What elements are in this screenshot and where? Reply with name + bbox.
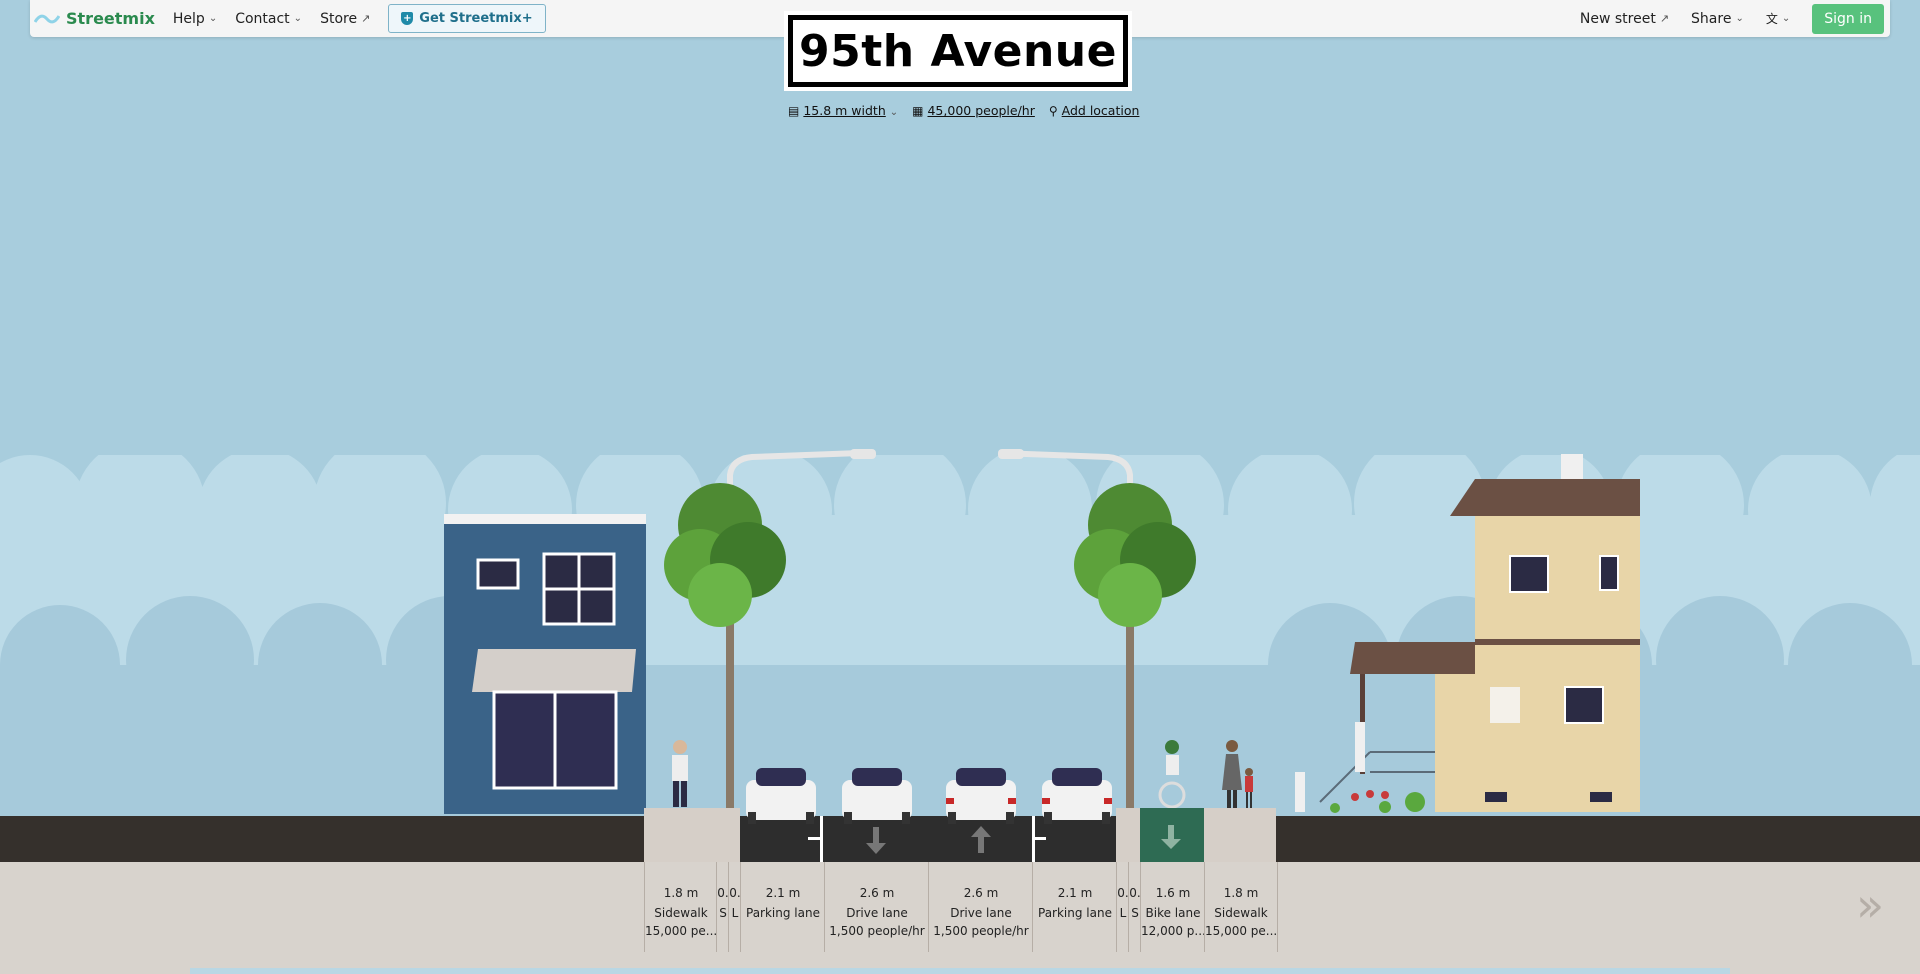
segment-name: Drive lane [950, 906, 1012, 920]
store-link[interactable]: Store ↗ [320, 11, 370, 27]
segment-width: 2.1 m [1057, 886, 1093, 900]
lamp-head-right [998, 449, 1024, 459]
chevron-down-icon: ⌄ [889, 107, 899, 118]
segment-name: Parking lane [746, 906, 820, 920]
segment-label-bike-lane[interactable]: 1.6 m Bike lane 12,000 p... [1140, 862, 1205, 952]
lamp-head-left [850, 449, 876, 459]
ruler-icon: ▤ [788, 104, 800, 118]
sign-in-button[interactable]: Sign in [1812, 3, 1884, 34]
right-house[interactable] [1275, 452, 1645, 814]
chevron-down-icon: ⌄ [1735, 13, 1744, 24]
segment-width: 1.6 m [1155, 886, 1191, 900]
car-1 [746, 768, 816, 824]
segment-label-drive-lane-1[interactable]: 2.6 m Drive lane 1,500 people/hr [824, 862, 929, 952]
street-name-text: 95th Avenue [788, 15, 1128, 87]
segment-name: Sidewalk [1214, 906, 1268, 920]
new-street-label: New street [1579, 10, 1656, 27]
segment-capacity: 12,000 p... [1141, 924, 1205, 938]
add-location-label: Add location [1061, 103, 1140, 118]
segment-capacity: 1,500 people/hr [829, 924, 925, 938]
language-menu[interactable]: 文 ⌄ [1766, 10, 1790, 27]
map-pin-icon: ⚲ [1048, 104, 1058, 118]
buildings-icon: ▦ [912, 104, 924, 118]
segment-name: Parking lane [1038, 906, 1112, 920]
help-label: Help [172, 10, 205, 27]
segment-width: 1.8 m [663, 886, 699, 900]
street-capacity-value: 45,000 people/hr [927, 103, 1035, 118]
segment-width: 1.8 m [1223, 886, 1259, 900]
street-capacity[interactable]: ▦ 45,000 people/hr [912, 103, 1035, 118]
left-building[interactable] [444, 514, 649, 814]
segment-label-sidewalk-left[interactable]: 1.8 m Sidewalk 15,000 pe... [644, 862, 717, 952]
share-label: Share [1691, 10, 1732, 27]
segment-capacity: 1,500 people/hr [933, 924, 1029, 938]
new-street-link[interactable]: New street ↗ [1580, 11, 1669, 27]
get-streetmix-plus-button[interactable]: + Get Streetmix+ [388, 4, 546, 33]
palette-strip [190, 968, 1730, 974]
segment-name: Drive lane [846, 906, 908, 920]
street-width-value: 15.8 m width [803, 103, 886, 118]
contact-label: Contact [235, 10, 290, 27]
segment-label-parking-left[interactable]: 2.1 m Parking lane [740, 862, 825, 952]
street-width-control[interactable]: ▤ 15.8 m width ⌄ [788, 103, 898, 118]
chevron-down-icon: ⌄ [208, 13, 218, 24]
street-name-sign[interactable]: 95th Avenue [784, 11, 1132, 91]
segment-width: 2.6 m [963, 886, 999, 900]
lane-markings-and-cars [746, 768, 1181, 862]
chevron-down-icon: ⌄ [1781, 13, 1791, 24]
car-2 [842, 768, 912, 824]
segment-name: Bike lane [1145, 906, 1201, 920]
car-4 [1042, 768, 1112, 824]
get-plus-label: Get Streetmix+ [419, 11, 533, 26]
chevron-down-icon: ⌄ [293, 13, 303, 24]
share-menu[interactable]: Share ⌄ [1691, 11, 1744, 27]
street-meta: ▤ 15.8 m width ⌄ ▦ 45,000 people/hr ⚲ Add l… [788, 103, 1139, 118]
segment-width: 2.1 m [765, 886, 801, 900]
add-location-link[interactable]: ⚲ Add location [1049, 103, 1140, 118]
logo-text: Streetmix [66, 9, 155, 28]
streetmix-logo[interactable]: Streetmix [34, 9, 155, 28]
segment-label-sidewalk-right[interactable]: 1.8 m Sidewalk 15,000 pe... [1204, 862, 1278, 952]
external-link-icon: ↗ [361, 12, 371, 25]
segment-label-drive-lane-2[interactable]: 2.6 m Drive lane 1,500 people/hr [928, 862, 1033, 952]
segment-capacity: 15,000 pe... [1205, 924, 1278, 938]
segment-capacity: 15,000 pe... [645, 924, 717, 938]
help-menu[interactable]: Help ⌄ [173, 11, 217, 27]
car-3 [946, 768, 1016, 824]
contact-menu[interactable]: Contact ⌄ [235, 11, 302, 27]
segment-name: Sidewalk [654, 906, 708, 920]
shield-plus-icon: + [401, 12, 414, 25]
external-link-icon: ↗ [1659, 12, 1670, 25]
streetmix-wave-icon [34, 14, 60, 23]
store-label: Store [320, 10, 358, 27]
scroll-right-icon[interactable]: » [1856, 878, 1884, 932]
segment-width: 2.6 m [859, 886, 895, 900]
segment-label-parking-right[interactable]: 2.1 m Parking lane [1032, 862, 1117, 952]
translate-icon: 文 [1765, 12, 1778, 26]
